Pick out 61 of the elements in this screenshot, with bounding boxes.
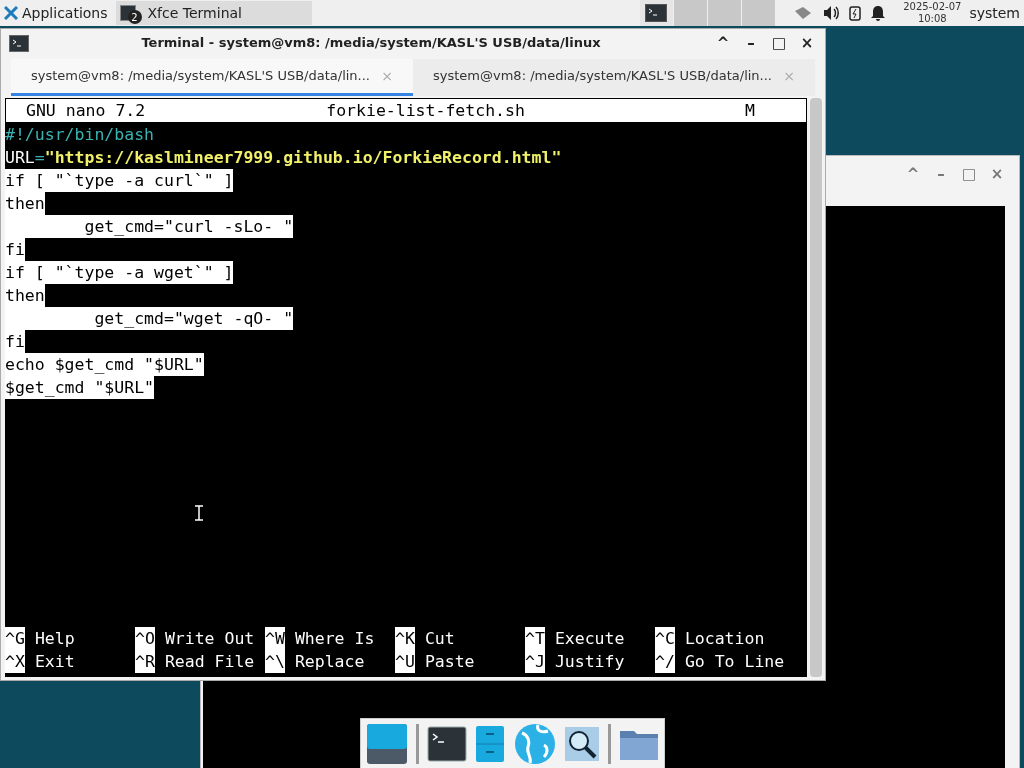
shortcut-label: Help bbox=[34, 628, 75, 650]
applications-menu[interactable]: Applications bbox=[0, 0, 116, 26]
shortcut-key: ^R bbox=[135, 650, 155, 673]
shortcut-key: ^W bbox=[265, 627, 285, 650]
shortcut-key: ^T bbox=[525, 627, 545, 650]
terminal-tab[interactable]: system@vm8: /media/system/KASL'S USB/data/lin... × bbox=[11, 59, 413, 96]
window-control-button[interactable]: – bbox=[741, 33, 761, 53]
text-cursor-icon bbox=[195, 505, 203, 521]
shortcut-label: Execute bbox=[554, 628, 625, 650]
clock[interactable]: 2025-02-07 10:08 bbox=[903, 1, 962, 25]
modified-indicator: M bbox=[744, 100, 755, 122]
shortcut-label: Where Is bbox=[294, 628, 375, 650]
window-control-button[interactable]: □ bbox=[959, 164, 979, 184]
terminal-icon[interactable] bbox=[427, 726, 468, 762]
battery-icon[interactable] bbox=[849, 5, 862, 21]
shortcut-key: ^O bbox=[135, 627, 155, 650]
window-control-button[interactable]: × bbox=[987, 164, 1007, 184]
code-line: URL="https://kaslmineer7999.github.io/ForkieRecord.html" bbox=[5, 147, 562, 169]
nano-version: GNU nano 7.2 bbox=[26, 100, 146, 122]
shortcut-key: ^/ bbox=[655, 650, 675, 673]
shortcut-key: ^J bbox=[525, 650, 545, 673]
shortcut-label: Exit bbox=[34, 651, 75, 673]
terminal-icon bbox=[645, 4, 668, 22]
window-control-button[interactable]: × bbox=[797, 33, 817, 53]
shortcut-key: ^U bbox=[395, 650, 415, 673]
window-control-button[interactable]: ^ bbox=[713, 33, 733, 53]
shortcut-label: Location bbox=[684, 628, 765, 650]
xfce-mouse-icon bbox=[4, 6, 18, 20]
shortcut-label: Read File bbox=[164, 651, 255, 673]
tab-label: system@vm8: /media/system/KASL'S USB/data/lin... bbox=[31, 67, 370, 86]
terminal-tab[interactable]: system@vm8: /media/system/KASL'S USB/data/lin... × bbox=[413, 59, 815, 96]
taskbar-button[interactable]: 2 Xfce Terminal bbox=[115, 1, 312, 25]
workspace-button[interactable] bbox=[639, 0, 674, 26]
search-icon[interactable] bbox=[563, 726, 600, 762]
shortcut-key: ^K bbox=[395, 627, 415, 650]
user-name[interactable]: system bbox=[969, 2, 1020, 24]
dock-separator bbox=[416, 724, 420, 764]
bell-icon[interactable] bbox=[871, 5, 886, 21]
window-title: Terminal - system@vm8: /media/system/KASL'S USB/data/linux bbox=[140, 34, 602, 53]
terminal-icon bbox=[9, 34, 29, 52]
show-desktop-icon[interactable] bbox=[366, 723, 408, 765]
window-control-button[interactable]: □ bbox=[769, 33, 789, 53]
shortcut-key: ^G bbox=[5, 627, 25, 650]
volume-icon[interactable] bbox=[823, 5, 840, 21]
shortcut-key: ^X bbox=[5, 650, 25, 673]
file-cabinet-icon[interactable] bbox=[475, 725, 506, 763]
file-name: forkie-list-fetch.sh bbox=[326, 100, 525, 122]
shortcut-label: Go To Line bbox=[684, 651, 785, 673]
window-control-button[interactable]: – bbox=[931, 164, 951, 184]
tab-label: system@vm8: /media/system/KASL'S USB/data/lin... bbox=[433, 67, 772, 86]
applications-label: Applications bbox=[22, 3, 108, 23]
dock-separator bbox=[607, 724, 611, 764]
shortcut-label: Replace bbox=[294, 651, 365, 673]
code-line: #!/usr/bin/bash bbox=[5, 124, 154, 146]
shortcut-label: Paste bbox=[424, 651, 475, 673]
shortcut-label: Justify bbox=[554, 651, 625, 673]
shortcut-key: ^\ bbox=[265, 650, 285, 673]
window-control-button[interactable]: ^ bbox=[903, 164, 923, 184]
shortcut-label: Write Out bbox=[164, 628, 255, 650]
shortcut-key: ^C bbox=[655, 627, 675, 650]
shortcut-label: Cut bbox=[424, 628, 455, 650]
